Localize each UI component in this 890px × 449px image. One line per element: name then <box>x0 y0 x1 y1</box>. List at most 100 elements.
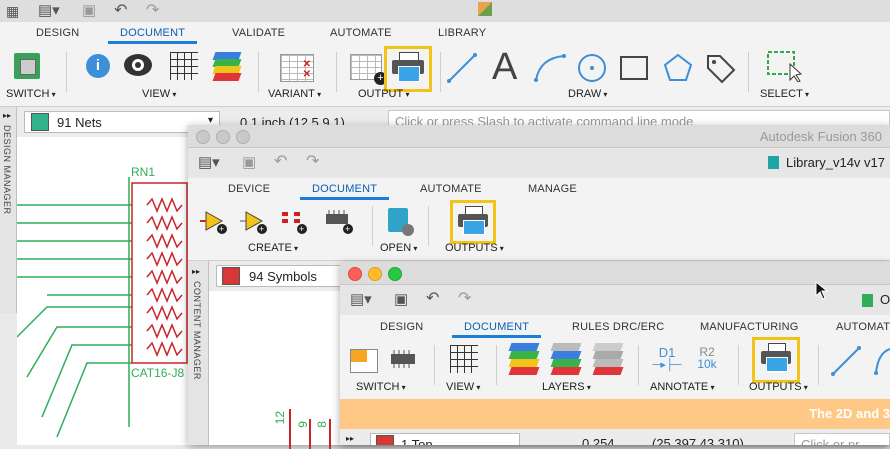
expand-icon[interactable]: ▸▸ <box>3 111 11 120</box>
maximize-button[interactable] <box>388 267 402 281</box>
redo-icon[interactable]: ↷ <box>458 288 471 308</box>
command-line-input[interactable]: Click or pr <box>794 433 890 445</box>
tab-manage[interactable]: MANAGE <box>528 183 577 195</box>
divider <box>428 206 429 246</box>
symbols-count: 94 Symbols <box>249 269 317 284</box>
layers-group-label[interactable]: LAYERS <box>542 381 591 393</box>
text-tool-icon[interactable]: A <box>492 48 517 86</box>
file-icon[interactable]: ▤▾ <box>38 1 60 19</box>
create-symbol-icon[interactable]: + <box>240 208 268 234</box>
save-icon[interactable]: ▣ <box>242 153 256 171</box>
outputs-group-label[interactable]: OUTPUTS <box>749 381 808 393</box>
tab-rules[interactable]: RULES DRC/ERC <box>572 321 664 333</box>
tab-device[interactable]: DEVICE <box>228 183 270 195</box>
chip-icon[interactable] <box>388 347 418 371</box>
arc-tool-icon[interactable] <box>532 52 568 84</box>
tab-library[interactable]: LIBRARY <box>438 27 486 39</box>
layers-gray-icon[interactable] <box>592 343 624 375</box>
add-table-icon[interactable]: + <box>350 54 387 85</box>
tab-document[interactable]: DOCUMENT <box>451 321 542 338</box>
tab-document[interactable]: DOCUMENT <box>107 27 198 44</box>
save-icon[interactable]: ▣ <box>82 1 96 19</box>
close-button[interactable] <box>196 130 210 144</box>
switch-board-icon[interactable] <box>14 53 40 79</box>
draw-group-label[interactable]: DRAW <box>568 88 607 100</box>
content-manager-panel[interactable]: ▸▸ CONTENT MANAGER <box>188 261 209 445</box>
create-footprint-icon[interactable]: + <box>280 208 308 234</box>
polygon-tool-icon[interactable] <box>662 52 694 84</box>
annotate-group-label[interactable]: ANNOTATE <box>650 381 715 393</box>
outputs-group-label[interactable]: OUTPUTS <box>445 242 504 254</box>
select-group-label[interactable]: SELECT <box>760 88 809 100</box>
print-icon[interactable] <box>458 206 488 236</box>
save-icon[interactable]: ▣ <box>394 290 408 308</box>
tab-automate[interactable]: AUTOMATE <box>330 27 392 39</box>
line-tool-icon[interactable] <box>446 52 478 84</box>
info-icon[interactable]: i <box>86 54 110 78</box>
arc-tool-icon[interactable] <box>872 345 890 377</box>
print-icon[interactable] <box>761 343 791 373</box>
divider <box>440 52 441 92</box>
variant-table-icon[interactable]: ✕ ✕ <box>280 54 314 82</box>
layer-dropdown[interactable]: 1 Top <box>370 433 520 445</box>
tab-automate[interactable]: AUTOMATE <box>420 183 482 195</box>
grid-menu-icon[interactable]: ▦ <box>6 3 19 20</box>
close-button[interactable] <box>348 267 362 281</box>
variant-group-label[interactable]: VARIANT <box>268 88 321 100</box>
tab-validate[interactable]: VALIDATE <box>232 27 285 39</box>
open-group-label[interactable]: OPEN <box>380 242 417 254</box>
eye-icon[interactable] <box>124 54 152 76</box>
design-manager-panel[interactable]: ▸▸ DESIGN MANAGER <box>0 107 17 313</box>
tab-automate[interactable]: AUTOMAT <box>836 321 890 333</box>
layers-icon[interactable] <box>508 343 540 375</box>
grid-icon[interactable] <box>450 345 478 373</box>
file-icon[interactable]: ▤▾ <box>198 153 220 171</box>
main-topbar: ▦ ▤▾ ▣ ↶ ↷ <box>0 0 890 23</box>
view-group-label[interactable]: VIEW <box>446 381 480 393</box>
net-color-swatch <box>31 113 49 131</box>
document-tab-icon <box>768 156 779 169</box>
line-tool-icon[interactable] <box>830 345 862 377</box>
grid-icon[interactable] <box>170 52 198 80</box>
redo-icon[interactable]: ↷ <box>306 151 319 171</box>
tab-manufacturing[interactable]: MANUFACTURING <box>700 321 799 333</box>
view-group-label[interactable]: VIEW <box>142 88 176 100</box>
open-book-icon[interactable] <box>388 208 414 236</box>
output-group-label[interactable]: OUTPUT <box>358 88 409 100</box>
document-title[interactable]: O <box>880 292 890 307</box>
switch-group-label[interactable]: SWITCH <box>6 88 56 100</box>
undo-icon[interactable]: ↶ <box>426 288 439 308</box>
create-device-icon[interactable]: + <box>200 208 228 234</box>
create-package-icon[interactable]: + <box>322 208 354 234</box>
tab-design[interactable]: DESIGN <box>380 321 423 333</box>
expand-icon[interactable]: ▸▸ <box>192 267 200 276</box>
layer-name: 1 Top <box>401 437 433 445</box>
expand-icon[interactable]: ▸▸ <box>346 434 354 443</box>
info-banner: The 2D and 3 <box>340 399 890 429</box>
minimize-button[interactable] <box>368 267 382 281</box>
tag-icon[interactable] <box>704 52 736 84</box>
divider <box>434 345 435 385</box>
undo-icon[interactable]: ↶ <box>114 0 127 20</box>
maximize-button[interactable] <box>236 130 250 144</box>
create-group-label[interactable]: CREATE <box>248 242 298 254</box>
switch-group-label[interactable]: SWITCH <box>356 381 406 393</box>
print-icon[interactable] <box>392 52 424 82</box>
redo-icon[interactable]: ↷ <box>146 0 159 20</box>
layers-icon[interactable] <box>212 52 242 82</box>
minimize-button[interactable] <box>216 130 230 144</box>
circle-tool-icon[interactable] <box>576 52 608 84</box>
coordinate-readout: (25.397 43.310) <box>652 436 744 445</box>
switch-schematic-icon[interactable] <box>350 349 378 373</box>
file-icon[interactable]: ▤▾ <box>350 290 372 308</box>
nets-count: 91 Nets <box>57 115 102 130</box>
annotate-r2-icon[interactable]: R2 10k <box>692 345 722 375</box>
tab-document[interactable]: DOCUMENT <box>299 183 390 200</box>
rectangle-tool-icon[interactable] <box>618 54 650 82</box>
undo-icon[interactable]: ↶ <box>274 151 287 171</box>
layers-blue-icon[interactable] <box>550 343 582 375</box>
select-icon[interactable] <box>766 50 802 82</box>
tab-design[interactable]: DESIGN <box>36 27 79 39</box>
annotate-d1-icon[interactable]: D1 ─▸├─ <box>652 345 682 375</box>
document-title[interactable]: Library_v14v v17 <box>786 155 885 170</box>
